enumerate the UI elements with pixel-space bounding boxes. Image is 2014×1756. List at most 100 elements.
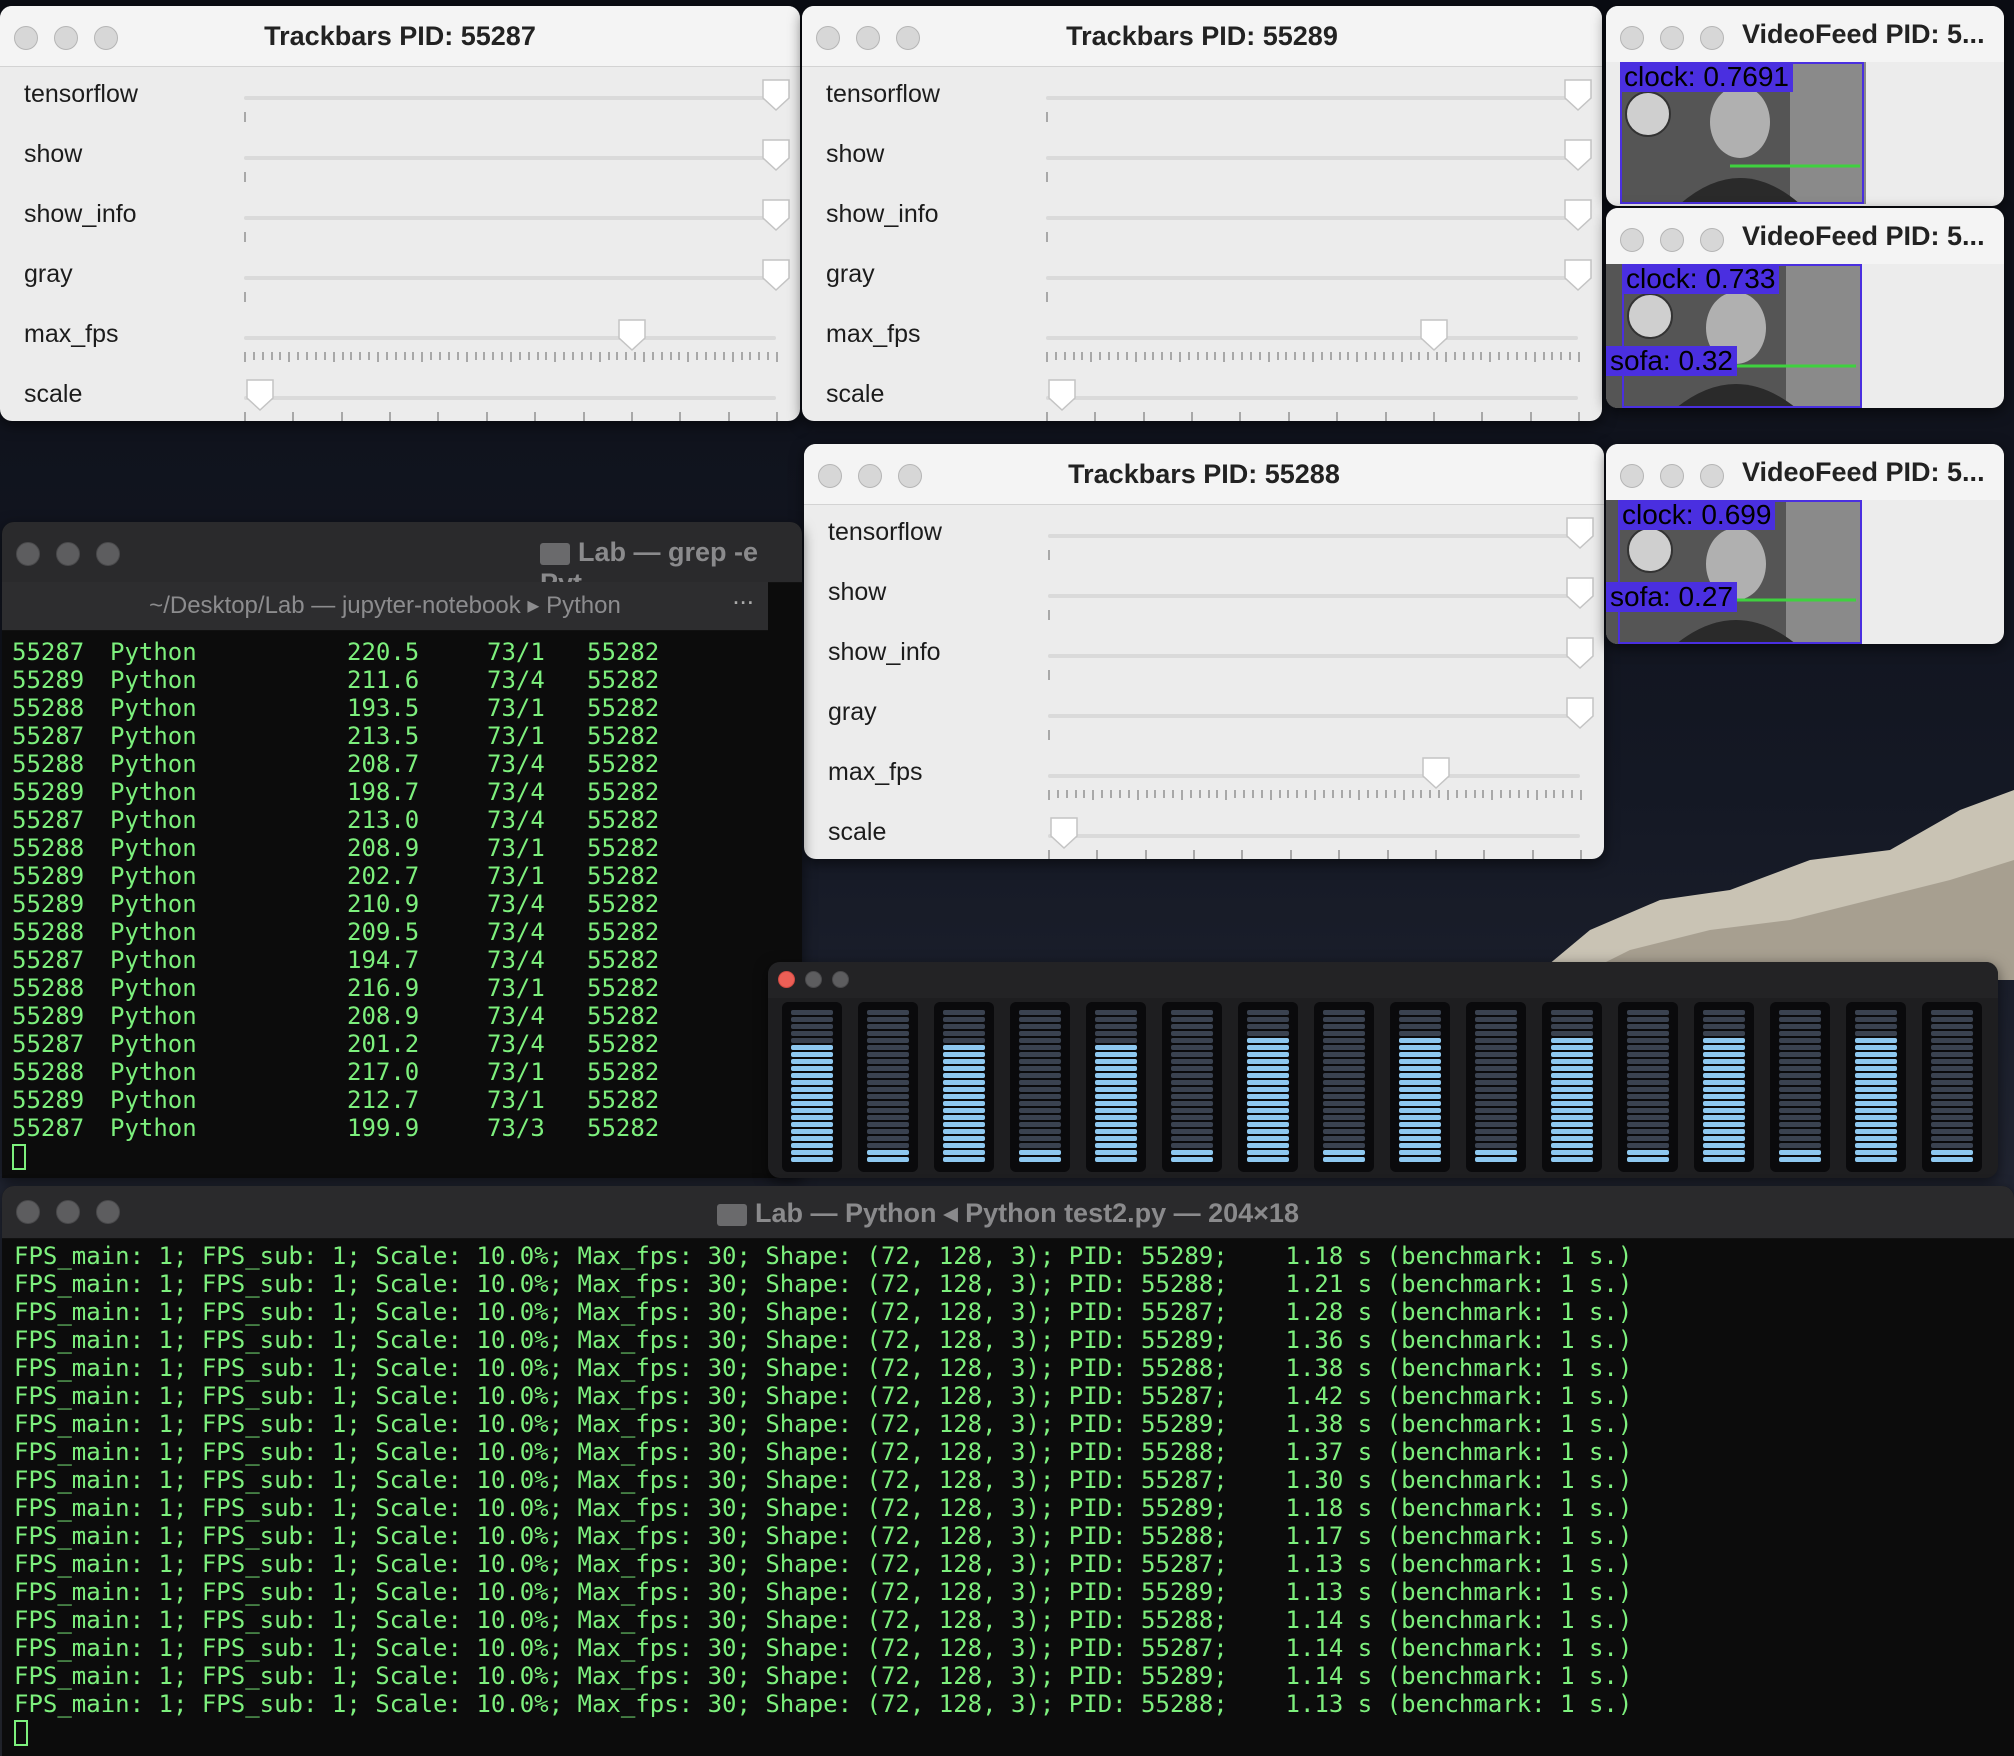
close-button[interactable] [778, 971, 795, 988]
cpu-core-bar [858, 1002, 918, 1172]
slider-thumb[interactable] [1421, 756, 1451, 790]
zoom-button[interactable] [96, 542, 120, 566]
cpu-bar-segment [1931, 1087, 1973, 1092]
cpu-bar-segment [867, 1031, 909, 1036]
cpu-bar-segment [1475, 1108, 1517, 1113]
slider-thumb[interactable] [1419, 318, 1449, 352]
slider-track[interactable] [1048, 714, 1580, 718]
close-button[interactable] [1620, 26, 1644, 50]
slider-thumb[interactable] [1565, 516, 1595, 550]
slider-thumb[interactable] [1563, 198, 1593, 232]
process-row: 55289 Python 208.9 73/4 55282 [12, 1002, 659, 1030]
tab-jupyter[interactable]: ~/Desktop/Lab — jupyter-notebook ▸ Pytho… [2, 582, 768, 630]
terminal-cursor [12, 1144, 26, 1170]
slider-track[interactable] [1048, 834, 1580, 838]
slider-track[interactable] [1048, 654, 1580, 658]
cpu-bar-segment [1171, 1150, 1213, 1155]
window-title: VideoFeed PID: 5... [1742, 457, 1985, 487]
cpu-bar-segment [1779, 1108, 1821, 1113]
cpu-bar-segment [1475, 1024, 1517, 1029]
slider-thumb[interactable] [761, 78, 791, 112]
minimize-button[interactable] [1660, 228, 1684, 252]
cpu-bar-segment [1095, 1136, 1137, 1141]
trackbar-label: show [828, 578, 887, 606]
slider-track[interactable] [1046, 336, 1578, 340]
cpu-bar-segment [791, 1150, 833, 1155]
slider-track[interactable] [1048, 534, 1580, 538]
slider-track[interactable] [244, 396, 776, 400]
cpu-bar-segment [1019, 1087, 1061, 1092]
slider-thumb[interactable] [1565, 696, 1595, 730]
cpu-bar-segment [1475, 1129, 1517, 1134]
cpu-bar-segment [943, 1080, 985, 1085]
cpu-bar-segment [1779, 1150, 1821, 1155]
slider-track[interactable] [244, 96, 776, 100]
zoom-button[interactable] [1700, 464, 1724, 488]
slider-thumb[interactable] [617, 318, 647, 352]
slider-track[interactable] [1048, 774, 1580, 778]
slider-thumb[interactable] [1049, 816, 1079, 850]
slider-thumb[interactable] [1047, 378, 1077, 412]
minimize-button[interactable] [56, 542, 80, 566]
cpu-bar-segment [1931, 1017, 1973, 1022]
slider-thumb[interactable] [761, 138, 791, 172]
minimize-button[interactable] [805, 971, 822, 988]
slider-thumb[interactable] [761, 258, 791, 292]
slider-track[interactable] [244, 216, 776, 220]
slider-thumb[interactable] [1563, 78, 1593, 112]
cpu-bar-segment [1171, 1129, 1213, 1134]
slider-track[interactable] [244, 336, 776, 340]
slider-track[interactable] [1046, 276, 1578, 280]
cpu-bar-segment [1399, 1101, 1441, 1106]
video-frame: clock: 0.7691 [1620, 62, 1866, 204]
minimize-button[interactable] [1660, 464, 1684, 488]
cpu-bar-segment [1247, 1129, 1289, 1134]
slider-thumb[interactable] [1565, 636, 1595, 670]
cpu-bar-segment [867, 1080, 909, 1085]
slider-thumb[interactable] [761, 198, 791, 232]
close-button[interactable] [1620, 228, 1644, 252]
window-controls [16, 542, 120, 566]
process-cell: Python [110, 890, 197, 918]
cpu-bar-segment [1323, 1045, 1365, 1050]
slider-thumb[interactable] [245, 378, 275, 412]
title-bar: VideoFeed PID: 5... [1606, 208, 2004, 264]
slider-ticks [244, 292, 776, 304]
close-button[interactable] [16, 542, 40, 566]
benchmark-line: FPS_main: 1; FPS_sub: 1; Scale: 10.0%; M… [14, 1662, 1633, 1690]
close-button[interactable] [1620, 464, 1644, 488]
cpu-bar-segment [1551, 1045, 1593, 1050]
zoom-button[interactable] [832, 971, 849, 988]
slider-thumb[interactable] [1563, 258, 1593, 292]
slider-track[interactable] [1046, 216, 1578, 220]
slider-track[interactable] [1048, 594, 1580, 598]
tab-overflow-button[interactable]: ... [732, 580, 754, 611]
slider-ticks [1046, 292, 1578, 304]
slider-thumb[interactable] [1563, 138, 1593, 172]
window-title: VideoFeed PID: 5... [1742, 221, 1985, 251]
cpu-bar-segment [1247, 1115, 1289, 1120]
cpu-bar-segment [867, 1052, 909, 1057]
slider-thumb[interactable] [1565, 576, 1595, 610]
slider-track[interactable] [1046, 96, 1578, 100]
zoom-button[interactable] [1700, 228, 1724, 252]
cpu-core-bar [1618, 1002, 1678, 1172]
cpu-bar-segment [1551, 1150, 1593, 1155]
slider-ticks [244, 172, 776, 184]
slider-track[interactable] [244, 156, 776, 160]
cpu-bar-segment [1855, 1038, 1897, 1043]
minimize-button[interactable] [1660, 26, 1684, 50]
slider-track[interactable] [1046, 156, 1578, 160]
zoom-button[interactable] [1700, 26, 1724, 50]
cpu-bar-segment [1931, 1031, 1973, 1036]
cpu-bar-segment [1779, 1045, 1821, 1050]
cpu-bar-segment [1855, 1045, 1897, 1050]
cpu-bar-segment [867, 1066, 909, 1071]
benchmark-line: FPS_main: 1; FPS_sub: 1; Scale: 10.0%; M… [14, 1522, 1633, 1550]
process-cell: 199.9 [347, 1114, 420, 1142]
slider-track[interactable] [1046, 396, 1578, 400]
cpu-bar-segment [1855, 1094, 1897, 1099]
cpu-bar-segment [791, 1143, 833, 1148]
slider-track[interactable] [244, 276, 776, 280]
cpu-bar-segment [1171, 1122, 1213, 1127]
